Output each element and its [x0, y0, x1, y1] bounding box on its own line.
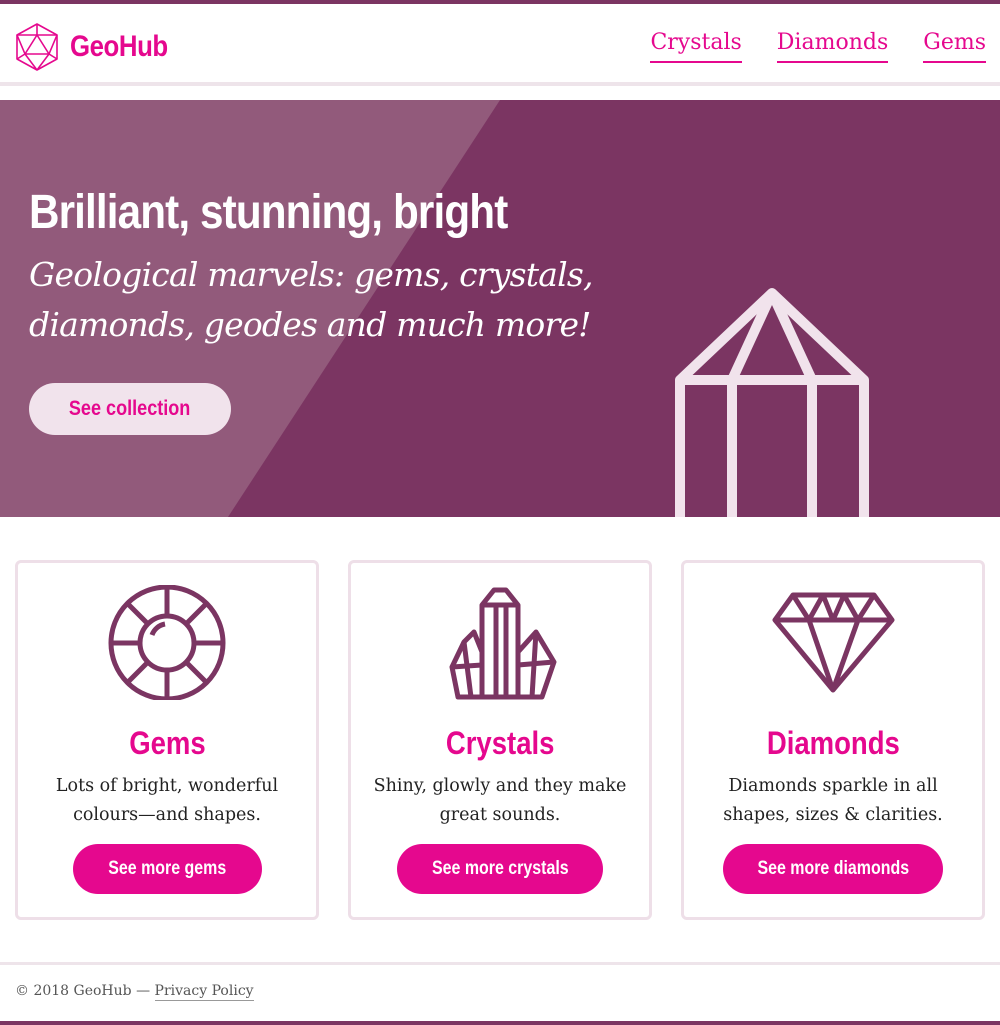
nav-link-diamonds[interactable]: Diamonds: [776, 28, 889, 63]
gem-icon: [108, 585, 225, 700]
footer-divider: [0, 962, 1000, 965]
button-label: See more crystals: [431, 858, 569, 879]
hero-subtitle: Geological marvels: gems, crystals, diam…: [29, 255, 593, 344]
site-header: GeoHub Crystals Diamonds Gems: [0, 4, 1000, 82]
logo-text: GeoHub: [70, 30, 168, 63]
card-diamonds: Diamonds Diamonds sparkle in all shapes,…: [681, 560, 985, 920]
diamond-icon-wrap: [684, 585, 982, 700]
card-crystals: Crystals Shiny, glowly and they make gre…: [348, 560, 652, 920]
main-nav: Crystals Diamonds Gems: [615, 28, 986, 63]
nav-link-crystals[interactable]: Crystals: [650, 28, 742, 63]
crystals-icon-wrap: [351, 585, 649, 700]
card-title: Crystals: [351, 725, 649, 762]
hero-title: Brilliant, stunning, bright: [29, 186, 508, 239]
button-label: See more gems: [108, 858, 227, 879]
hero-banner: Brilliant, stunning, bright Geological m…: [0, 100, 1000, 517]
card-gems: Gems Lots of bright, wonderful colours—a…: [15, 560, 319, 920]
nav-link-gems[interactable]: Gems: [923, 28, 986, 63]
card-title-text: Diamonds: [766, 725, 900, 761]
card-title: Diamonds: [684, 725, 982, 762]
category-cards: Gems Lots of bright, wonderful colours—a…: [15, 560, 985, 920]
privacy-policy-link[interactable]: Privacy Policy: [154, 983, 254, 1001]
see-collection-button[interactable]: See collection: [29, 383, 231, 435]
diamond-icon: [772, 592, 894, 693]
site-footer: © 2018 GeoHub — Privacy Policy: [15, 983, 254, 1001]
header-divider: [0, 82, 1000, 86]
see-more-diamonds-button[interactable]: See more diamonds: [723, 844, 943, 894]
card-description: Diamonds sparkle in all shapes, sizes & …: [723, 776, 943, 825]
card-title-text: Gems: [128, 725, 206, 761]
card-title: Gems: [18, 725, 316, 762]
card-description: Lots of bright, wonderful colours—and sh…: [55, 776, 279, 825]
see-collection-label: See collection: [69, 397, 191, 420]
logo-link[interactable]: GeoHub: [14, 22, 184, 72]
crystals-icon: [449, 587, 556, 700]
button-label: See more diamonds: [757, 858, 909, 879]
see-more-gems-button[interactable]: See more gems: [73, 844, 262, 894]
icosahedron-icon: [16, 23, 58, 71]
bottom-accent-bar: [0, 1021, 1000, 1025]
card-description: Shiny, glowly and they make great sounds…: [373, 776, 627, 825]
see-more-crystals-button[interactable]: See more crystals: [397, 844, 603, 894]
copyright-text: © 2018 GeoHub —: [15, 983, 151, 999]
crystal-outline-icon: [675, 288, 869, 517]
card-title-text: Crystals: [445, 725, 555, 761]
gem-icon-wrap: [18, 585, 316, 700]
